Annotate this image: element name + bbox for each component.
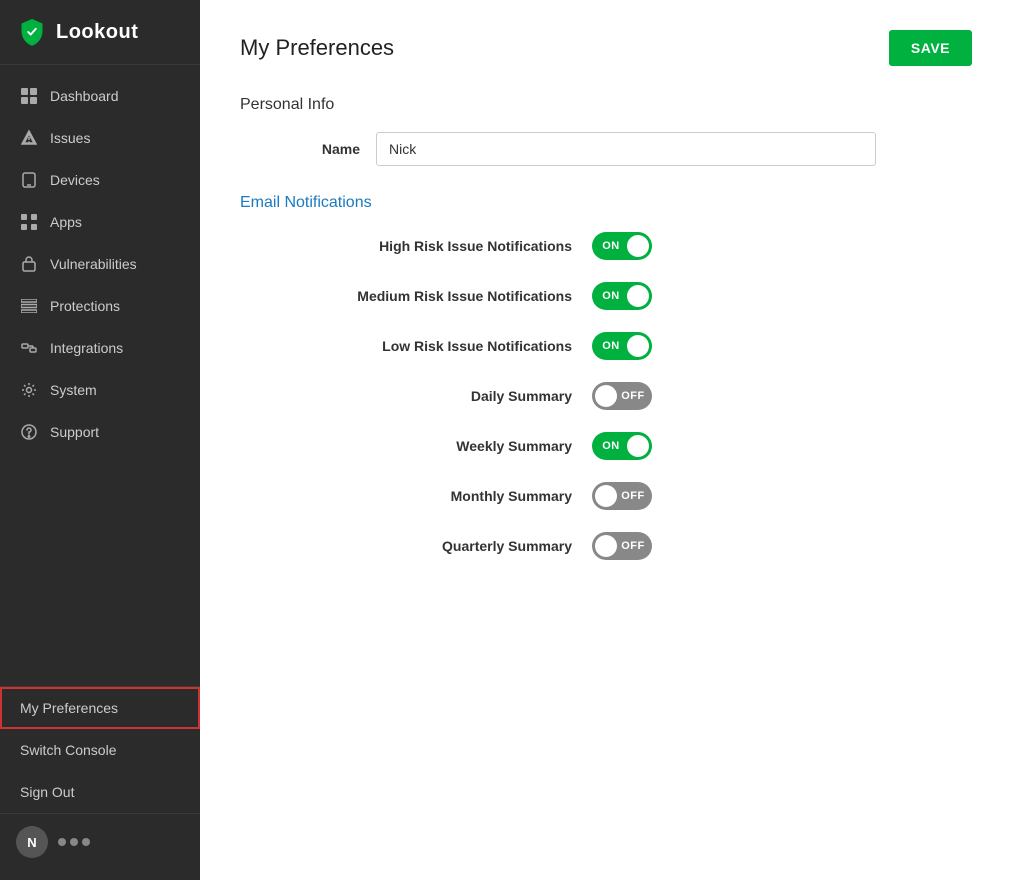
toggle-low-risk[interactable]: ON — [592, 332, 652, 360]
devices-icon — [20, 171, 38, 189]
personal-info-title: Personal Info — [240, 96, 972, 114]
logo-text: Lookout — [56, 21, 138, 44]
toggle-row-weekly-summary: Weekly Summary ON — [240, 432, 972, 460]
toggle-medium-risk[interactable]: ON — [592, 282, 652, 310]
sidebar-item-protections[interactable]: Protections — [0, 285, 200, 327]
toggle-knob — [595, 485, 617, 507]
vulnerabilities-icon — [20, 255, 38, 273]
sidebar-item-sign-out[interactable]: Sign Out — [0, 771, 200, 813]
switch-console-label: Switch Console — [20, 742, 117, 758]
name-input[interactable] — [376, 132, 876, 166]
toggle-state-text: OFF — [621, 540, 645, 552]
save-button[interactable]: SAVE — [889, 30, 972, 66]
name-label: Name — [260, 141, 360, 157]
sidebar-item-apps[interactable]: Apps — [0, 201, 200, 243]
sidebar-item-integrations[interactable]: Integrations — [0, 327, 200, 369]
sidebar-item-label: Apps — [50, 214, 82, 230]
toggle-label-medium-risk: Medium Risk Issue Notifications — [357, 288, 572, 304]
sidebar-item-my-preferences[interactable]: My Preferences — [0, 687, 200, 729]
toggle-row-quarterly-summary: Quarterly Summary OFF — [240, 532, 972, 560]
user-dot-1 — [58, 838, 66, 846]
personal-info-section: Personal Info Name — [240, 96, 972, 166]
sidebar-item-support[interactable]: Support — [0, 411, 200, 453]
toggle-row-high-risk: High Risk Issue Notifications ON — [240, 232, 972, 260]
toggle-knob — [627, 235, 649, 257]
toggle-weekly-summary[interactable]: ON — [592, 432, 652, 460]
toggle-daily-summary[interactable]: OFF — [592, 382, 652, 410]
toggle-knob — [595, 535, 617, 557]
sidebar-item-system[interactable]: System — [0, 369, 200, 411]
logo-area: Lookout — [0, 0, 200, 65]
toggle-knob — [627, 335, 649, 357]
toggle-state-text: OFF — [621, 390, 645, 402]
user-row: N — [0, 813, 200, 870]
toggle-row-daily-summary: Daily Summary OFF — [240, 382, 972, 410]
toggle-label-weekly-summary: Weekly Summary — [456, 438, 572, 454]
sidebar-item-label: Devices — [50, 172, 100, 188]
main-header: My Preferences SAVE — [240, 30, 972, 66]
dashboard-icon — [20, 87, 38, 105]
email-notifications-section: Email Notifications High Risk Issue Noti… — [240, 194, 972, 560]
user-dot-2 — [70, 838, 78, 846]
apps-icon — [20, 213, 38, 231]
toggle-knob — [627, 285, 649, 307]
integrations-icon — [20, 339, 38, 357]
toggle-label-daily-summary: Daily Summary — [471, 388, 572, 404]
toggle-monthly-summary[interactable]: OFF — [592, 482, 652, 510]
sidebar-item-label: Protections — [50, 298, 120, 314]
sidebar-item-label: Support — [50, 424, 99, 440]
sidebar-item-label: Vulnerabilities — [50, 256, 137, 272]
toggle-high-risk[interactable]: ON — [592, 232, 652, 260]
toggle-label-quarterly-summary: Quarterly Summary — [442, 538, 572, 554]
toggle-row-monthly-summary: Monthly Summary OFF — [240, 482, 972, 510]
name-form-row: Name — [240, 132, 972, 166]
toggle-state-text: ON — [602, 290, 620, 302]
sidebar-bottom: My Preferences Switch Console Sign Out N — [0, 686, 200, 880]
my-preferences-label: My Preferences — [20, 700, 118, 716]
sidebar-item-dashboard[interactable]: Dashboard — [0, 75, 200, 117]
avatar: N — [16, 826, 48, 858]
toggle-state-text: ON — [602, 240, 620, 252]
sidebar-item-label: Integrations — [50, 340, 123, 356]
sign-out-label: Sign Out — [20, 784, 74, 800]
user-info-dots — [58, 838, 90, 846]
nav-items: Dashboard Issues Devices Apps — [0, 65, 200, 686]
toggle-row-medium-risk: Medium Risk Issue Notifications ON — [240, 282, 972, 310]
toggle-knob — [627, 435, 649, 457]
main-content: My Preferences SAVE Personal Info Name E… — [200, 0, 1012, 880]
toggle-state-text: ON — [602, 340, 620, 352]
sidebar-item-vulnerabilities[interactable]: Vulnerabilities — [0, 243, 200, 285]
toggle-state-text: ON — [602, 440, 620, 452]
sidebar-item-switch-console[interactable]: Switch Console — [0, 729, 200, 771]
toggle-state-text: OFF — [621, 490, 645, 502]
toggle-knob — [595, 385, 617, 407]
sidebar-item-label: System — [50, 382, 97, 398]
sidebar-item-issues[interactable]: Issues — [0, 117, 200, 159]
toggle-label-monthly-summary: Monthly Summary — [451, 488, 572, 504]
toggle-label-low-risk: Low Risk Issue Notifications — [382, 338, 572, 354]
system-icon — [20, 381, 38, 399]
sidebar-item-label: Issues — [50, 130, 90, 146]
sidebar-item-label: Dashboard — [50, 88, 119, 104]
email-notifications-title: Email Notifications — [240, 194, 972, 212]
toggle-row-low-risk: Low Risk Issue Notifications ON — [240, 332, 972, 360]
sidebar-item-devices[interactable]: Devices — [0, 159, 200, 201]
toggle-label-high-risk: High Risk Issue Notifications — [379, 238, 572, 254]
page-title: My Preferences — [240, 35, 394, 61]
lookout-shield-icon — [18, 18, 46, 46]
protections-icon — [20, 297, 38, 315]
support-icon — [20, 423, 38, 441]
user-dot-3 — [82, 838, 90, 846]
toggle-quarterly-summary[interactable]: OFF — [592, 532, 652, 560]
issues-icon — [20, 129, 38, 147]
sidebar: Lookout Dashboard Issues Devices — [0, 0, 200, 880]
